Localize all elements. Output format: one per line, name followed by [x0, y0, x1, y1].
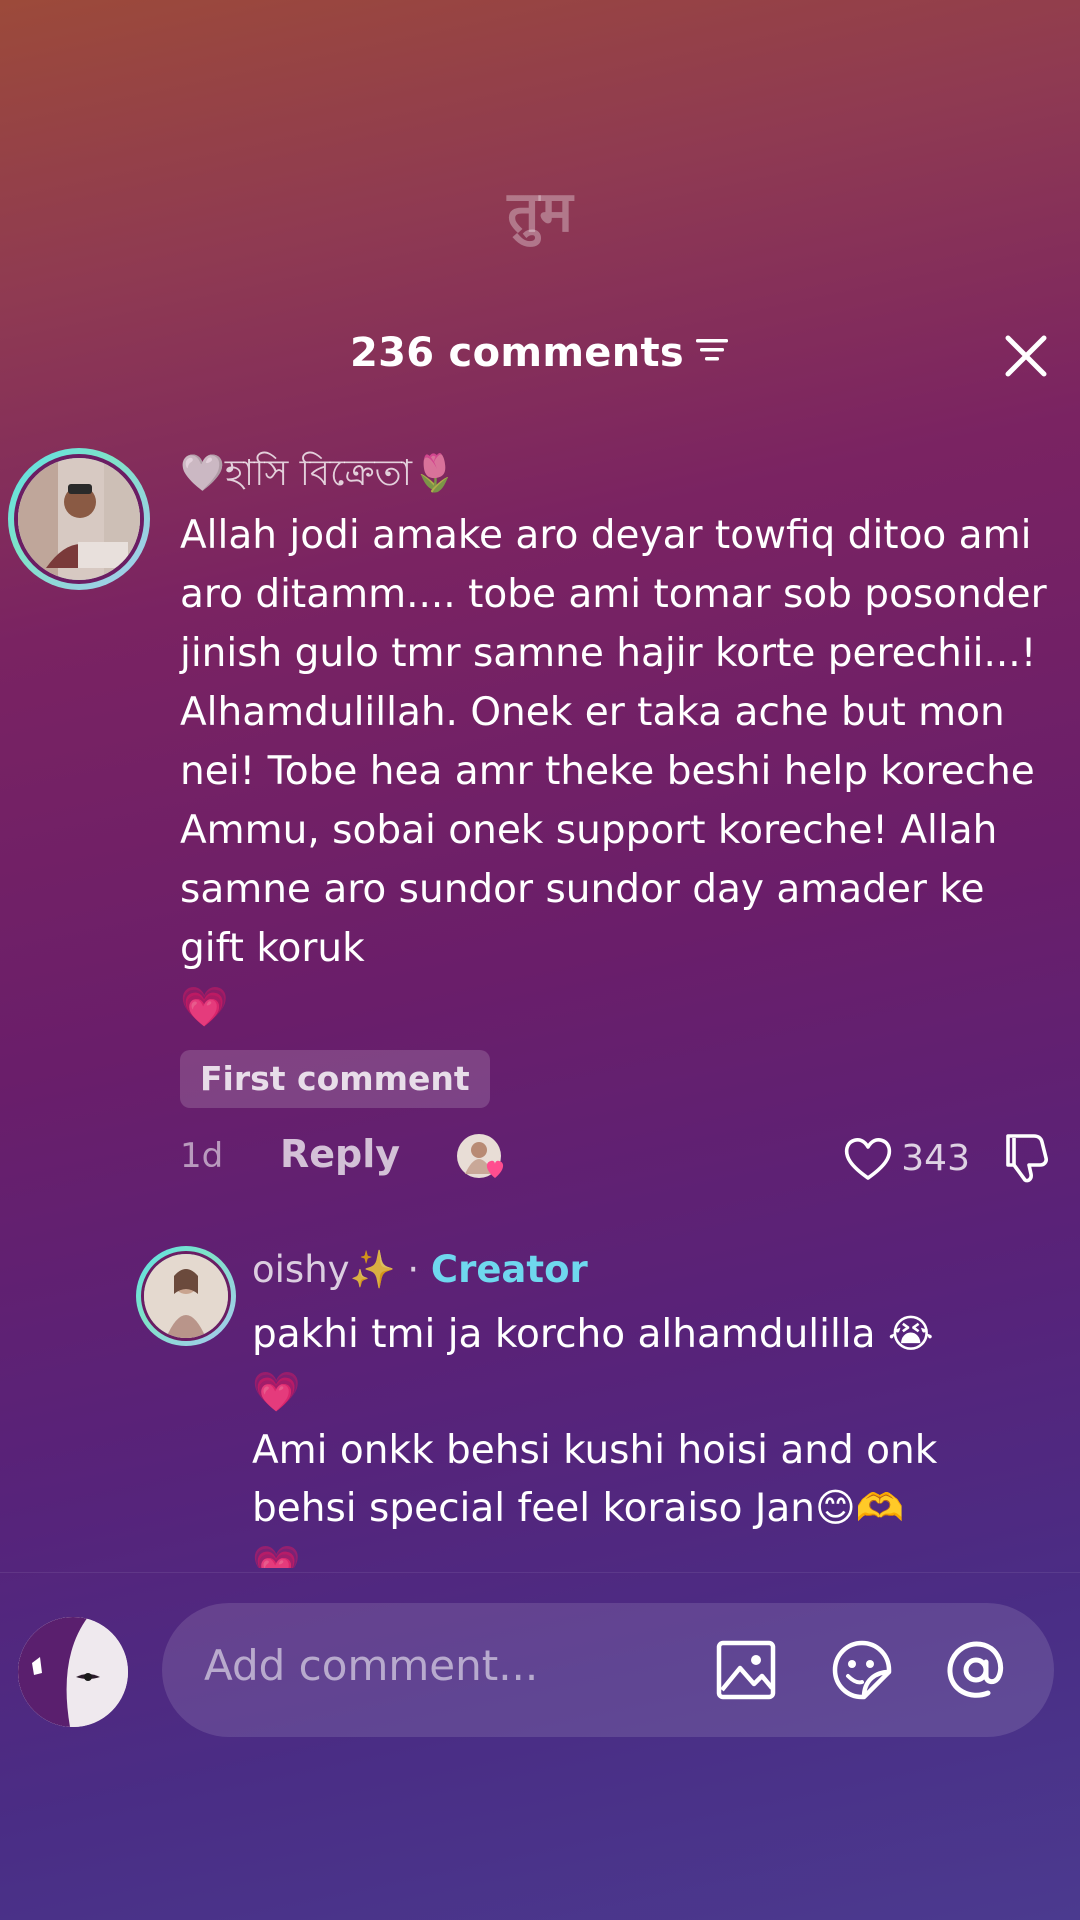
creator-liked-avatar	[455, 1130, 509, 1184]
reply-line-1: pakhi tmi ja korcho alhamdulilla 😭	[252, 1312, 934, 1357]
filter-icon[interactable]	[694, 329, 730, 375]
comment-meta-row: 1d Reply 343	[180, 1126, 1050, 1190]
avatar	[141, 1251, 231, 1341]
creator-avatar[interactable]	[136, 1246, 236, 1346]
creator-tag: Creator	[430, 1248, 588, 1291]
comment-input-placeholder: Add comment...	[204, 1641, 539, 1690]
reply-text: pakhi tmi ja korcho alhamdulilla 😭 💗 Ami…	[252, 1306, 1052, 1568]
thumb-down-icon	[1006, 1134, 1048, 1183]
divider	[0, 1572, 1080, 1573]
comments-title: 236 comments	[0, 330, 1080, 376]
reply-line-3: Ami onkk behsi kushi hoisi and onk behsi…	[252, 1428, 938, 1531]
commenter-username[interactable]: 🤍হাসি বিক্রেতা🌷	[180, 446, 457, 506]
comment-text: Allah jodi amake aro deyar towfiq ditoo …	[180, 506, 1060, 1037]
username-separator: ·	[395, 1248, 431, 1291]
comments-header: 236 comments	[0, 320, 1080, 392]
image-button[interactable]	[714, 1638, 778, 1702]
video-watermark: तुम	[507, 180, 573, 245]
mention-button[interactable]	[944, 1638, 1008, 1702]
comment-trailing-emoji: 💗	[180, 985, 229, 1030]
comment-body: Allah jodi amake aro deyar towfiq ditoo …	[180, 513, 1060, 971]
reply-line-4: 💗	[252, 1544, 301, 1568]
image-icon	[716, 1640, 776, 1700]
creator-username[interactable]: oishy✨ · Creator	[252, 1248, 588, 1292]
reply-username-text: oishy✨	[252, 1248, 396, 1291]
close-button[interactable]	[1000, 330, 1052, 382]
comment-input[interactable]: Add comment...	[162, 1603, 1054, 1737]
comments-count: 236 comments	[349, 330, 685, 376]
comment-composer: Add comment...	[0, 1575, 1080, 1920]
sticker-icon	[832, 1640, 892, 1700]
at-sign-icon	[947, 1641, 1004, 1698]
like-button[interactable]: 343	[841, 1130, 970, 1186]
reply-line-2: 💗	[252, 1370, 301, 1415]
sticker-button[interactable]	[830, 1638, 894, 1702]
first-comment-badge: First comment	[180, 1050, 490, 1108]
comment-time: 1d	[180, 1136, 224, 1176]
avatar	[14, 454, 144, 584]
my-avatar	[18, 1617, 128, 1727]
reply-button[interactable]: Reply	[280, 1132, 400, 1176]
dislike-button[interactable]	[1000, 1132, 1050, 1188]
like-count: 343	[901, 1137, 970, 1179]
heart-outline-icon	[845, 1138, 892, 1180]
close-icon	[1005, 335, 1047, 377]
commenter-avatar[interactable]	[8, 448, 150, 590]
